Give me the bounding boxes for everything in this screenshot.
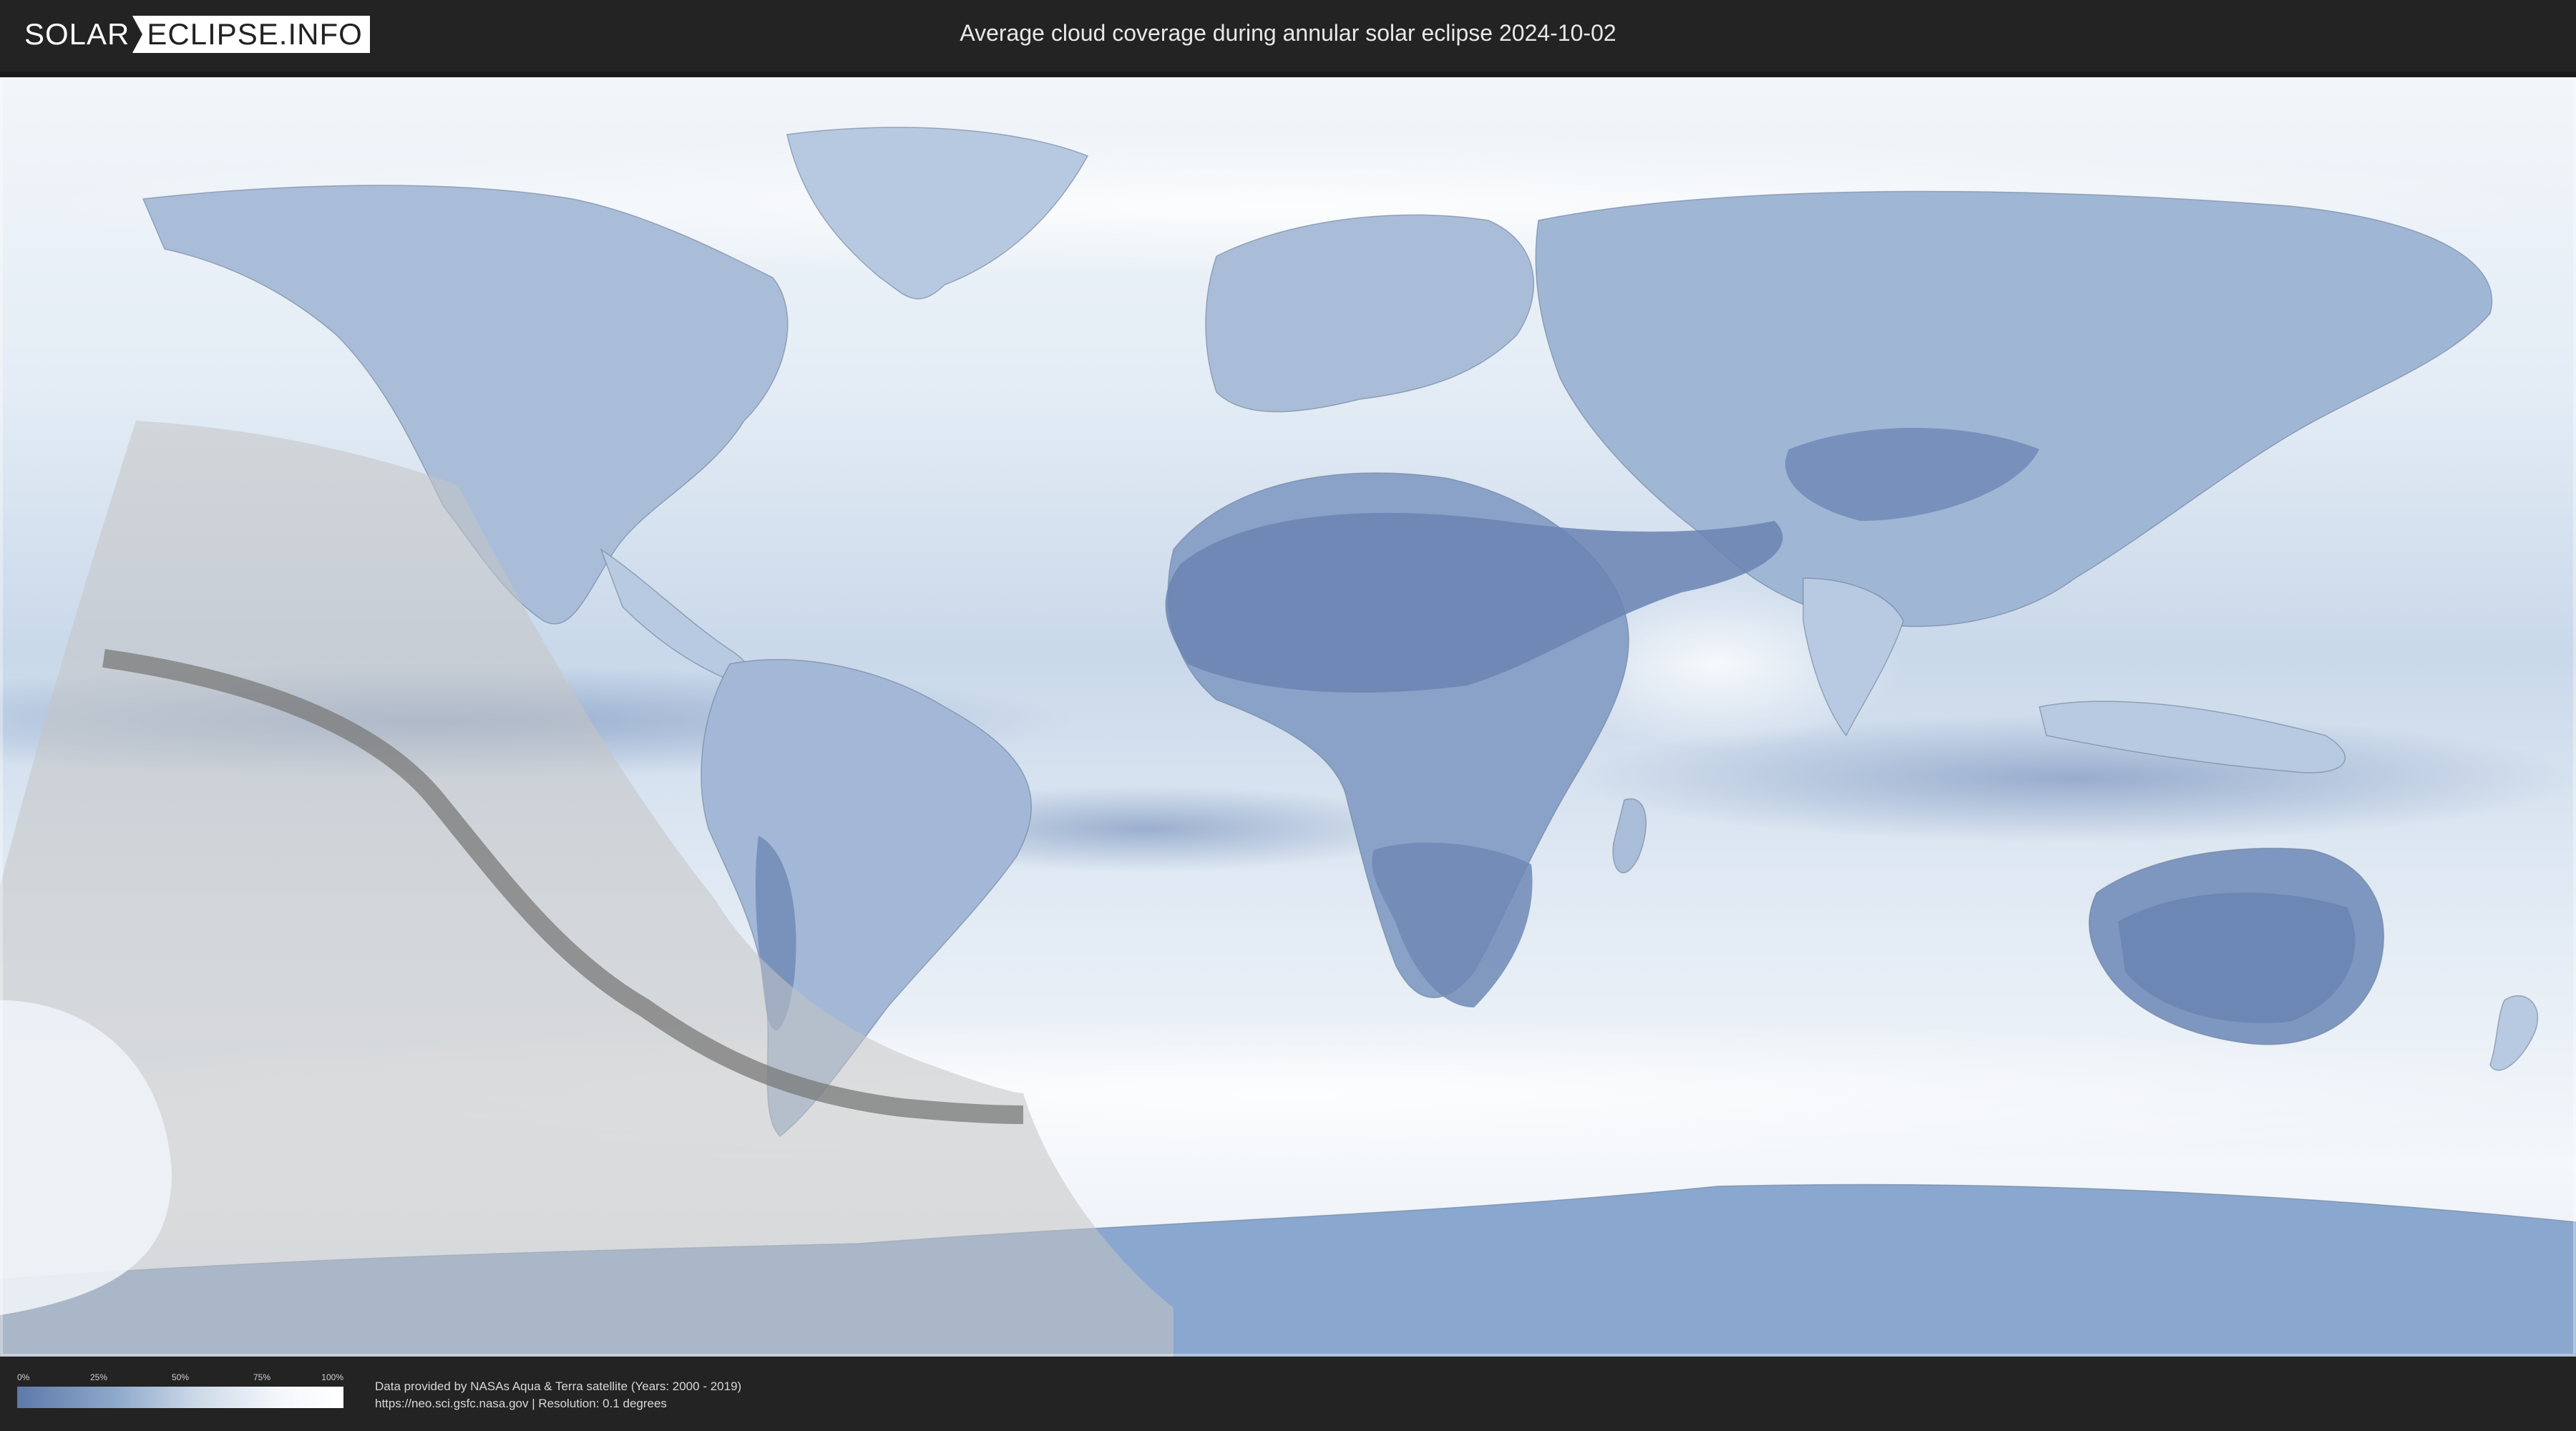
legend-tick-75: 75% (253, 1372, 271, 1382)
legend-tick-labels: 0% 25% 50% 75% 100% (17, 1372, 343, 1385)
legend-tick-25: 25% (89, 1372, 108, 1382)
page-title: Average cloud coverage during annular so… (960, 20, 1616, 46)
legend-tick-0: 0% (17, 1372, 30, 1382)
header-divider (0, 72, 2576, 77)
footer-bar: 0% 25% 50% 75% 100% Data provided by NAS… (0, 1357, 2576, 1431)
world-map-svg (0, 77, 2576, 1357)
data-credits: Data provided by NASAs Aqua & Terra sate… (375, 1378, 741, 1412)
header-bar: SOLAR ECLIPSE.INFO Average cloud coverag… (0, 0, 2576, 72)
credit-line-url[interactable]: https://neo.sci.gsfc.nasa.gov | Resoluti… (375, 1395, 741, 1412)
legend-tick-50: 50% (171, 1372, 190, 1382)
cloud-coverage-map (0, 77, 2576, 1357)
legend-color-bar (17, 1387, 343, 1408)
cloud-coverage-legend: 0% 25% 50% 75% 100% (17, 1372, 343, 1408)
credit-line-source: Data provided by NASAs Aqua & Terra sate… (375, 1379, 742, 1393)
legend-tick-100: 100% (321, 1372, 343, 1382)
